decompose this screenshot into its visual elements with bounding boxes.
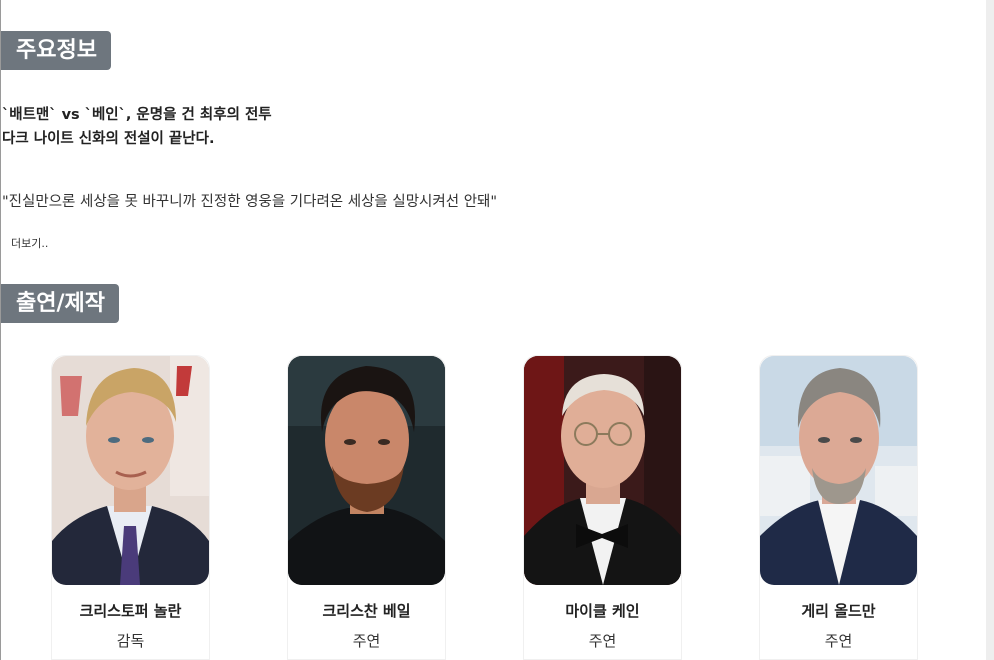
section-heading-info: 주요정보	[1, 31, 111, 70]
person-photo[interactable]	[524, 356, 681, 585]
person-photo-image	[52, 356, 209, 585]
cast-card[interactable]: 크리스토퍼 놀란 감독	[51, 355, 210, 660]
person-photo-image	[524, 356, 681, 585]
cast-name[interactable]: 크리스찬 베일	[288, 600, 445, 621]
synopsis-tagline: `배트맨` vs `베인`, 운명을 건 최후의 전투 다크 나이트 신화의 전…	[2, 103, 272, 151]
person-photo-image	[288, 356, 445, 585]
page-left-border	[0, 0, 1, 660]
synopsis-quote: "진실만으론 세상을 못 바꾸니까 진정한 영웅을 기다려온 세상을 실망시켜선…	[2, 194, 498, 210]
cast-role: 주연	[588, 632, 617, 650]
person-photo-image	[760, 356, 917, 585]
page-scrollbar-track[interactable]	[986, 0, 994, 660]
person-photo[interactable]	[760, 356, 917, 585]
cast-name[interactable]: 크리스토퍼 놀란	[52, 600, 209, 621]
cast-card[interactable]: 마이클 케인 주연	[523, 355, 682, 660]
cast-role: 감독	[116, 632, 145, 650]
cast-name[interactable]: 마이클 케인	[524, 600, 681, 621]
cast-role: 주연	[824, 632, 853, 650]
person-photo[interactable]	[288, 356, 445, 585]
section-heading-cast: 출연/제작	[1, 284, 119, 323]
cast-name[interactable]: 게리 올드만	[760, 600, 917, 621]
cast-role: 주연	[352, 632, 381, 650]
tagline-line-1: `배트맨` vs `베인`, 운명을 건 최후의 전투	[2, 107, 272, 123]
cast-card[interactable]: 크리스찬 베일 주연	[287, 355, 446, 660]
cast-card[interactable]: 게리 올드만 주연	[759, 355, 918, 660]
person-photo[interactable]	[52, 356, 209, 585]
read-more-link[interactable]: 더보기..	[11, 235, 48, 251]
tagline-line-2: 다크 나이트 신화의 전설이 끝난다.	[2, 131, 215, 147]
